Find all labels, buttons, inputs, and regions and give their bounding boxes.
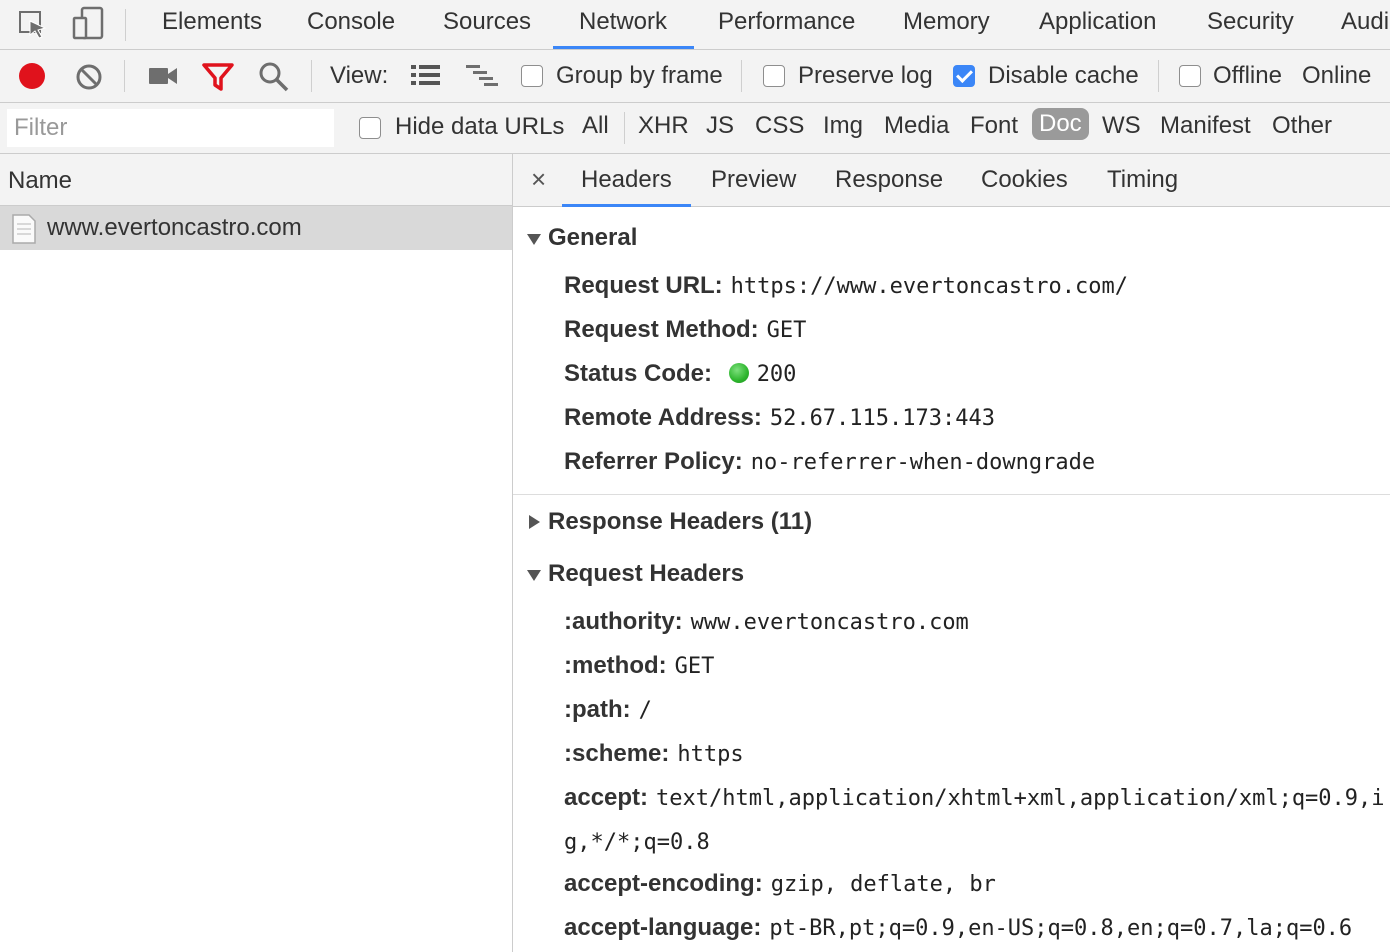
expand-triangle-icon[interactable] xyxy=(527,234,541,245)
close-icon[interactable]: × xyxy=(531,164,546,195)
filter-input[interactable] xyxy=(7,109,334,147)
active-tab-indicator xyxy=(553,46,694,49)
group-by-frame-checkbox[interactable] xyxy=(521,65,543,87)
document-icon xyxy=(12,214,36,249)
response-headers-section-title[interactable]: Response Headers (11) xyxy=(548,508,812,536)
detail-tab-bar: × Headers Preview Response Cookies Timin… xyxy=(513,154,1390,207)
disable-cache-label[interactable]: Disable cache xyxy=(988,62,1139,90)
tab-application[interactable]: Application xyxy=(1039,8,1156,36)
tab-headers[interactable]: Headers xyxy=(581,166,672,194)
collapse-triangle-icon[interactable] xyxy=(529,515,540,529)
tab-elements[interactable]: Elements xyxy=(162,8,262,36)
status-ok-dot-icon xyxy=(728,363,749,383)
header-row: accept: text/html,application/xhtml+xml,a… xyxy=(564,784,1385,811)
filter-type-doc[interactable]: Doc xyxy=(1032,108,1089,140)
filter-icon[interactable] xyxy=(202,62,234,97)
header-row: :scheme: https xyxy=(564,740,744,767)
separator xyxy=(624,112,625,144)
tab-response[interactable]: Response xyxy=(835,166,943,194)
request-detail-panel: × Headers Preview Response Cookies Timin… xyxy=(513,154,1390,952)
filter-bar: Hide data URLs All XHR JS CSS Img Media … xyxy=(0,103,1390,154)
filter-type-font[interactable]: Font xyxy=(970,112,1018,140)
hide-data-urls-checkbox[interactable] xyxy=(359,117,381,139)
waterfall-overview-icon[interactable] xyxy=(466,64,500,93)
tab-security[interactable]: Security xyxy=(1207,8,1294,36)
tab-audits[interactable]: Audi xyxy=(1341,8,1389,36)
group-by-frame-label[interactable]: Group by frame xyxy=(556,62,723,90)
header-row: Request URL: https://www.evertoncastro.co… xyxy=(564,272,1129,299)
view-label: View: xyxy=(330,62,389,89)
filter-type-manifest[interactable]: Manifest xyxy=(1160,112,1251,140)
separator xyxy=(741,60,742,92)
tab-console[interactable]: Console xyxy=(307,8,395,36)
request-list-panel: Name www.evertoncastro.com xyxy=(0,154,513,952)
large-rows-icon[interactable] xyxy=(411,64,441,91)
header-row: :method: GET xyxy=(564,652,715,679)
expand-triangle-icon[interactable] xyxy=(527,570,541,581)
header-row: accept-encoding: gzip, deflate, br xyxy=(564,870,996,897)
general-section-title[interactable]: General xyxy=(548,224,637,252)
record-icon[interactable] xyxy=(18,62,46,95)
filter-type-css[interactable]: CSS xyxy=(755,112,804,140)
separator xyxy=(311,60,312,92)
offline-checkbox[interactable] xyxy=(1179,65,1201,87)
header-row: Referrer Policy: no-referrer-when-downgra… xyxy=(564,448,1096,475)
active-detail-tab-indicator xyxy=(562,204,691,207)
tab-performance[interactable]: Performance xyxy=(718,8,855,36)
header-row: Request Method: GET xyxy=(564,316,807,343)
filter-type-all[interactable]: All xyxy=(582,112,609,140)
hide-data-urls-label[interactable]: Hide data URLs xyxy=(395,113,564,141)
filter-type-js[interactable]: JS xyxy=(706,112,734,140)
tab-memory[interactable]: Memory xyxy=(903,8,990,36)
tab-timing[interactable]: Timing xyxy=(1107,166,1178,194)
tab-network[interactable]: Network xyxy=(579,8,667,36)
filter-type-other[interactable]: Other xyxy=(1272,112,1332,140)
separator xyxy=(124,60,125,92)
throttling-select[interactable]: Online xyxy=(1302,62,1371,90)
filter-type-xhr[interactable]: XHR xyxy=(638,112,689,140)
filter-type-ws[interactable]: WS xyxy=(1102,112,1141,140)
clear-icon[interactable] xyxy=(75,63,103,96)
header-row: :path: / xyxy=(564,696,652,723)
inspect-element-icon[interactable] xyxy=(18,8,48,45)
search-icon[interactable] xyxy=(258,61,290,98)
request-row[interactable]: www.evertoncastro.com xyxy=(0,206,512,250)
request-name: www.evertoncastro.com xyxy=(47,214,302,241)
preserve-log-checkbox[interactable] xyxy=(763,65,785,87)
network-toolbar: View: Group by frame Preserve log Disabl… xyxy=(0,50,1390,103)
devtools-tab-bar: Elements Console Sources Network Perform… xyxy=(0,0,1390,50)
preserve-log-label[interactable]: Preserve log xyxy=(798,62,933,90)
separator xyxy=(1158,60,1159,92)
header-row: Status Code: 200 xyxy=(564,360,797,387)
tab-preview[interactable]: Preview xyxy=(711,166,796,194)
header-row: accept-language: pt-BR,pt;q=0.9,en-US;q=0… xyxy=(564,914,1353,941)
section-divider xyxy=(513,494,1390,495)
video-capture-icon[interactable] xyxy=(148,66,178,91)
header-row: :authority: www.evertoncastro.com xyxy=(564,608,969,635)
filter-type-media[interactable]: Media xyxy=(884,112,949,140)
name-column-label: Name xyxy=(8,167,73,194)
offline-label[interactable]: Offline xyxy=(1213,62,1282,90)
filter-type-img[interactable]: Img xyxy=(823,112,863,140)
header-row: Remote Address: 52.67.115.173:443 xyxy=(564,404,995,431)
tab-cookies[interactable]: Cookies xyxy=(981,166,1068,194)
tab-sources[interactable]: Sources xyxy=(443,8,531,36)
request-headers-section-title[interactable]: Request Headers xyxy=(548,560,744,588)
name-column-header[interactable]: Name xyxy=(0,154,512,206)
device-toolbar-icon[interactable] xyxy=(72,6,104,45)
header-value-continuation: g,*/*;q=0.8 xyxy=(564,830,710,855)
disable-cache-checkbox[interactable] xyxy=(953,65,975,87)
separator xyxy=(125,9,126,41)
